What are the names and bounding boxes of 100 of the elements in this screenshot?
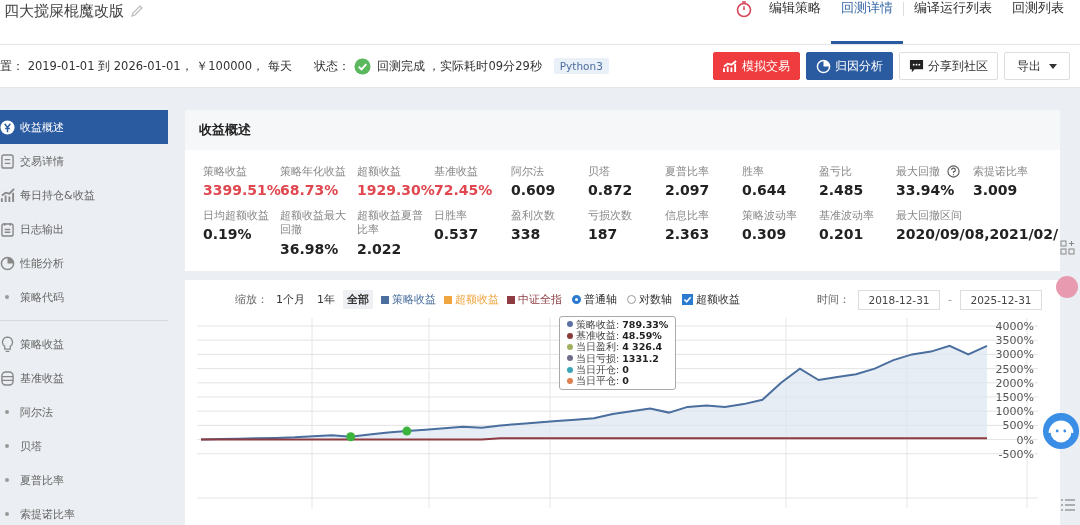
backtest-settings: 置： 2019-01-01 到 2026-01-01， ￥100000， 每天 bbox=[0, 58, 292, 74]
metric-value: 0.644 bbox=[742, 182, 787, 199]
timer-icon[interactable] bbox=[735, 0, 753, 18]
metric-value: 72.45% bbox=[434, 182, 493, 199]
avatar-icon[interactable] bbox=[1056, 276, 1078, 298]
tooltip-label: 当日开仓: bbox=[576, 364, 620, 376]
simulate-button[interactable]: 模拟交易 bbox=[713, 52, 800, 80]
tooltip-label: 当日亏损: bbox=[576, 352, 620, 365]
tooltip-value: 0 bbox=[622, 364, 629, 376]
legend-label[interactable]: 策略收益 bbox=[392, 292, 436, 307]
trade-marker bbox=[402, 426, 412, 436]
axis-tick-label: -500% bbox=[998, 447, 1034, 461]
metric-value: 33.94% bbox=[896, 182, 955, 199]
axis-option-label: 对数轴 bbox=[639, 292, 672, 307]
metric-label: 策略年化收益 bbox=[280, 164, 347, 179]
sidebar-item[interactable]: 贝塔 bbox=[0, 429, 168, 463]
share-button[interactable]: 分享到社区 bbox=[899, 52, 998, 80]
axis-tick-label: 4000% bbox=[995, 319, 1034, 333]
zoom-option[interactable]: 1个月 bbox=[272, 290, 309, 309]
bullet-icon bbox=[5, 295, 9, 299]
apps-icon[interactable] bbox=[1060, 240, 1076, 256]
metric-label: 超额收益 bbox=[357, 164, 402, 179]
metric-label: 策略收益 bbox=[203, 164, 248, 179]
metric-value: 0.19% bbox=[203, 226, 252, 243]
metric-label: 策略波动率 bbox=[742, 208, 798, 223]
start-date-field[interactable]: 2018-12-31 bbox=[858, 289, 940, 310]
axis-tick-label: 1000% bbox=[995, 404, 1034, 418]
metric-value: 0.309 bbox=[742, 226, 787, 243]
nav-tab[interactable]: 编辑策略 bbox=[759, 0, 831, 44]
status-label: 状态： bbox=[313, 58, 350, 74]
metric-value: 0.537 bbox=[434, 226, 479, 243]
attribution-button[interactable]: 归因分析 bbox=[806, 52, 893, 80]
chat-bot-icon[interactable] bbox=[1042, 412, 1080, 450]
zoom-option[interactable]: 全部 bbox=[343, 290, 373, 309]
end-date-field[interactable]: 2025-12-31 bbox=[960, 289, 1042, 310]
metric-value: 2.097 bbox=[665, 182, 710, 199]
metric-label: 信息比率 bbox=[665, 208, 710, 223]
pie-chart-icon bbox=[0, 255, 15, 271]
nav-tab[interactable]: 回测列表 bbox=[1002, 0, 1074, 44]
axis-tick-label: 3500% bbox=[995, 333, 1034, 347]
panel-title: 收益概述 bbox=[199, 121, 251, 139]
bulb-icon bbox=[0, 335, 14, 353]
list-icon[interactable] bbox=[1060, 498, 1076, 512]
metric-value: 187 bbox=[588, 226, 618, 243]
sidebar-item[interactable]: 性能分析 bbox=[0, 246, 168, 280]
export-button[interactable]: 导出 bbox=[1004, 52, 1070, 80]
metric-label: 阿尔法 bbox=[511, 164, 545, 179]
metric-value: 0.872 bbox=[588, 182, 633, 199]
zoom-label: 缩放： bbox=[235, 292, 268, 307]
bullet-icon bbox=[5, 478, 9, 482]
bullet-icon bbox=[5, 512, 9, 516]
metric-label: 最大回撤区间 bbox=[896, 208, 963, 223]
status-text: 回测完成 ，实际耗时09分29秒 bbox=[376, 58, 542, 74]
metric-value: 1929.30% bbox=[357, 182, 435, 199]
sidebar-item[interactable]: 基准收益 bbox=[0, 361, 168, 395]
sidebar-item[interactable]: 策略收益 bbox=[0, 327, 168, 361]
radio-button[interactable] bbox=[572, 295, 581, 304]
axis-tick-label: 2000% bbox=[995, 376, 1034, 390]
tooltip-label: 策略收益: bbox=[576, 318, 620, 330]
metric-value: 0.201 bbox=[819, 226, 864, 243]
bar-chart-icon bbox=[0, 187, 15, 203]
list-icon bbox=[0, 153, 14, 169]
legend-label[interactable]: 中证全指 bbox=[518, 292, 562, 307]
sidebar-item[interactable]: 收益概述 bbox=[0, 110, 168, 144]
metric-value: 36.98% bbox=[280, 240, 339, 257]
metric-label: 超额收益最大回撤 bbox=[280, 208, 347, 237]
metric-value: 338 bbox=[511, 226, 541, 243]
trade-marker bbox=[346, 431, 356, 441]
axis-option-label: 超额收益 bbox=[696, 292, 740, 307]
metric-label: 胜率 bbox=[742, 164, 765, 179]
language-badge: Python3 bbox=[553, 58, 609, 74]
metric-label: 夏普比率 bbox=[665, 164, 710, 179]
metric-label: 索提诺比率 bbox=[973, 164, 1029, 179]
metric-label: 盈亏比 bbox=[819, 164, 853, 179]
metric-value: 2.485 bbox=[819, 182, 864, 199]
zoom-option[interactable]: 1年 bbox=[313, 290, 339, 309]
metric-value: 2.363 bbox=[665, 226, 710, 243]
nav-tab[interactable]: 编译运行列表 bbox=[904, 0, 1002, 44]
metric-value: 0.609 bbox=[511, 182, 556, 199]
chart-icon bbox=[723, 59, 738, 73]
metric-label: 基准收益 bbox=[434, 164, 479, 179]
bullet-icon bbox=[5, 444, 9, 448]
sidebar-item[interactable]: 交易详情 bbox=[0, 144, 168, 178]
metric-label: 亏损次数 bbox=[588, 208, 633, 223]
tooltip-value: 789.33% bbox=[622, 318, 669, 330]
bullet-icon bbox=[5, 410, 9, 414]
sidebar-item[interactable]: 夏普比率 bbox=[0, 463, 168, 497]
checkbox[interactable] bbox=[682, 294, 693, 305]
time-label: 时间： bbox=[817, 292, 850, 307]
help-icon[interactable] bbox=[947, 164, 960, 178]
edit-icon[interactable] bbox=[130, 4, 144, 18]
sidebar-item[interactable]: 日志输出 bbox=[0, 212, 168, 246]
tooltip-value: 4 326.4 bbox=[622, 341, 663, 353]
tooltip-value: 48.59% bbox=[622, 329, 662, 342]
sidebar-item[interactable]: 策略代码 bbox=[0, 280, 168, 314]
sidebar-item[interactable]: 每日持仓&收益 bbox=[0, 178, 168, 212]
sidebar-item[interactable]: 阿尔法 bbox=[0, 395, 168, 429]
sidebar-item[interactable]: 索提诺比率 bbox=[0, 497, 168, 525]
yen-icon bbox=[0, 119, 15, 135]
metric-label: 贝塔 bbox=[588, 164, 611, 179]
